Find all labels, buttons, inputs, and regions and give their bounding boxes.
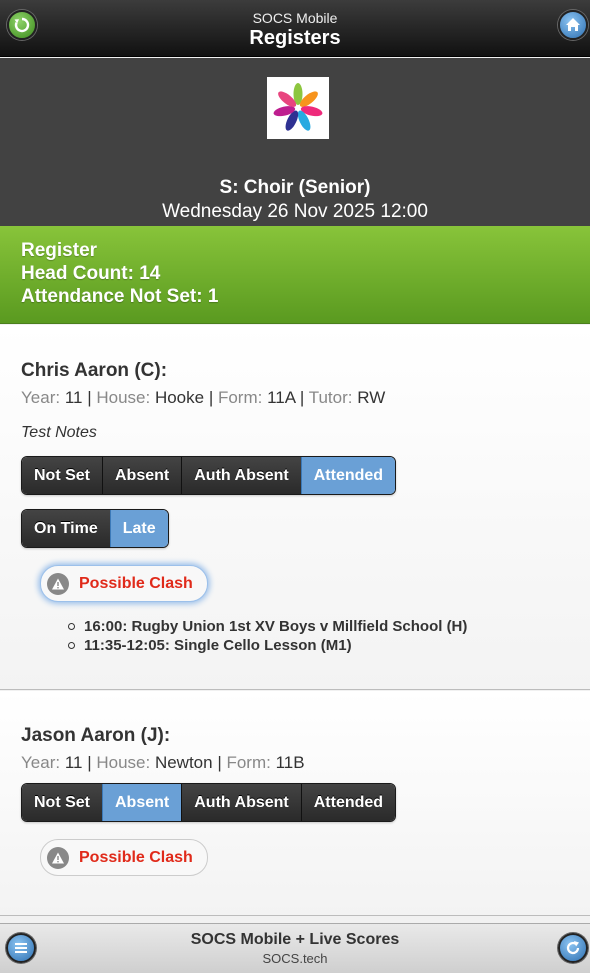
app-name: SOCS Mobile (252, 10, 338, 26)
attendance-auth-absent-button[interactable]: Auth Absent (181, 784, 301, 821)
page-title: Registers (249, 27, 341, 49)
student-card: Chris Aaron (C): Year: 11 | House: Hooke… (0, 325, 590, 690)
year-value: 11 (64, 753, 83, 772)
tutor-label: Tutor: (308, 388, 353, 407)
register-summary: Register Head Count: 14 Attendance Not S… (0, 226, 590, 324)
refresh-icon (566, 941, 580, 955)
menu-icon (15, 943, 27, 953)
timing-selector: On Time Late (21, 509, 169, 548)
clash-list: 16:00: Rugby Union 1st XV Boys v Millfie… (67, 617, 468, 655)
attendance-not-set-count: Attendance Not Set: 1 (21, 286, 219, 307)
attendance-attended-button[interactable]: Attended (300, 784, 396, 821)
possible-clash-button[interactable]: Possible Clash (40, 565, 208, 602)
form-label: Form: (217, 388, 263, 407)
back-arrow-icon (14, 17, 30, 33)
possible-clash-label: Possible Clash (79, 848, 193, 866)
attendance-attended-button[interactable]: Attended (300, 457, 396, 494)
footer-title: SOCS Mobile + Live Scores (190, 931, 400, 948)
attendance-not-set-button[interactable]: Not Set (22, 784, 102, 821)
warning-icon (47, 572, 69, 595)
clash-item: 16:00: Rugby Union 1st XV Boys v Millfie… (67, 618, 468, 635)
student-card: Jason Aaron (J): Year: 11 | House: Newto… (0, 691, 590, 916)
clash-item: 11:35-12:05: Single Cello Lesson (M1) (67, 636, 467, 655)
app-footer: SOCS Mobile + Live Scores SOCS.tech (0, 923, 590, 973)
student-name: Jason Aaron (J): (21, 725, 171, 746)
back-button[interactable] (7, 10, 37, 40)
timing-late-button[interactable]: Late (109, 510, 168, 547)
form-value: 11B (275, 753, 305, 772)
tutor-value: RW (357, 388, 386, 407)
attendance-selector: Not Set Absent Auth Absent Attended (21, 783, 397, 822)
attendance-auth-absent-button[interactable]: Auth Absent (181, 457, 301, 494)
event-name: S: Choir (Senior) (219, 177, 371, 198)
warning-icon (47, 846, 69, 869)
house-value: Newton (154, 753, 213, 772)
form-label: Form: (226, 753, 271, 772)
attendance-selector: Not Set Absent Auth Absent Attended (21, 456, 397, 495)
attendance-absent-button[interactable]: Absent (102, 784, 182, 821)
event-datetime: Wednesday 26 Nov 2025 12:00 (162, 201, 428, 222)
summary-label: Register (21, 240, 98, 261)
student-details: Year: 11 | House: Newton | Form: 11B (21, 753, 305, 772)
possible-clash-button[interactable]: Possible Clash (40, 839, 208, 876)
timing-on-time-button[interactable]: On Time (22, 510, 110, 547)
home-button[interactable] (558, 10, 588, 40)
head-count: Head Count: 14 (21, 263, 161, 284)
footer-subtitle: SOCS.tech (262, 951, 328, 966)
refresh-button[interactable] (558, 933, 588, 963)
house-value: Hooke (154, 388, 205, 407)
year-label: Year: (21, 753, 61, 772)
student-name: Chris Aaron (C): (21, 360, 168, 381)
possible-clash-label: Possible Clash (79, 574, 193, 592)
house-label: House: (96, 388, 151, 407)
student-notes: Test Notes (21, 424, 97, 441)
pinwheel-logo (267, 77, 329, 139)
app-header: SOCS Mobile Registers (0, 0, 590, 57)
attendance-absent-button[interactable]: Absent (102, 457, 182, 494)
student-details: Year: 11 | House: Hooke | Form: 11A | Tu… (21, 388, 386, 407)
event-banner: S: Choir (Senior) Wednesday 26 Nov 2025 … (0, 58, 590, 226)
house-label: House: (96, 753, 151, 772)
menu-button[interactable] (6, 933, 36, 963)
attendance-not-set-button[interactable]: Not Set (22, 457, 102, 494)
year-value: 11 (64, 388, 83, 407)
year-label: Year: (21, 388, 61, 407)
home-icon (566, 18, 580, 31)
form-value: 11A (267, 388, 296, 407)
